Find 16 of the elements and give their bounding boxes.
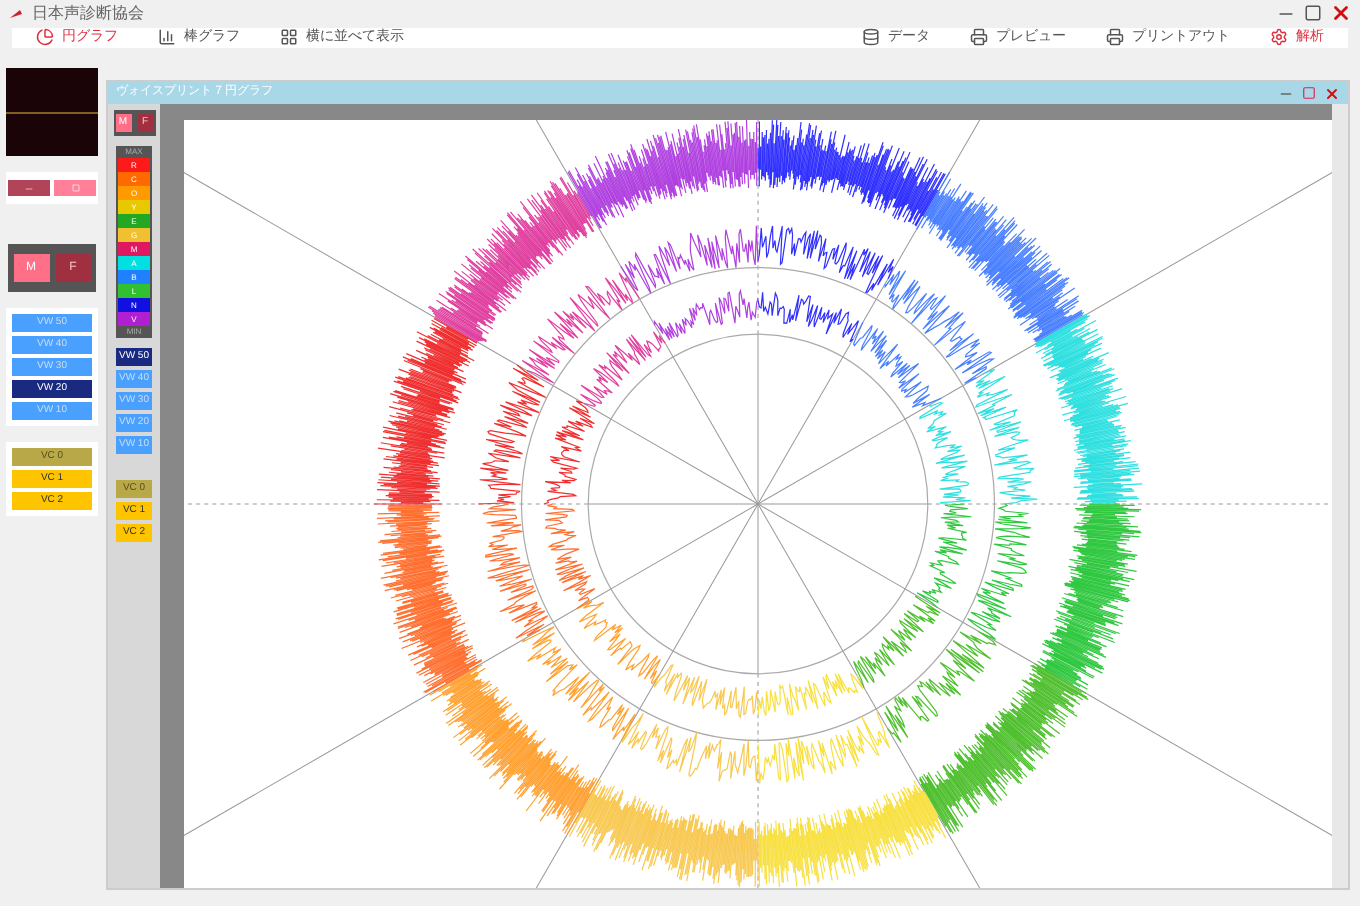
printer-icon: [970, 28, 988, 47]
app-title: 日本声診断協会: [32, 1, 144, 26]
maximize-icon[interactable]: [1302, 86, 1316, 100]
app-logo-icon: [8, 5, 24, 22]
close-icon[interactable]: [1330, 2, 1352, 25]
maximize-icon[interactable]: [1304, 4, 1322, 23]
printer-icon: [1106, 28, 1124, 47]
gear-icon: [1270, 28, 1288, 47]
pie-chart-icon: [36, 28, 54, 47]
square-icon: [71, 184, 79, 192]
close-icon[interactable]: [1324, 85, 1340, 101]
scope-display: [6, 68, 98, 156]
minus-icon: [24, 183, 34, 193]
grid-icon: [280, 28, 298, 47]
database-icon: [862, 28, 880, 47]
bar-chart-icon: [158, 28, 176, 47]
